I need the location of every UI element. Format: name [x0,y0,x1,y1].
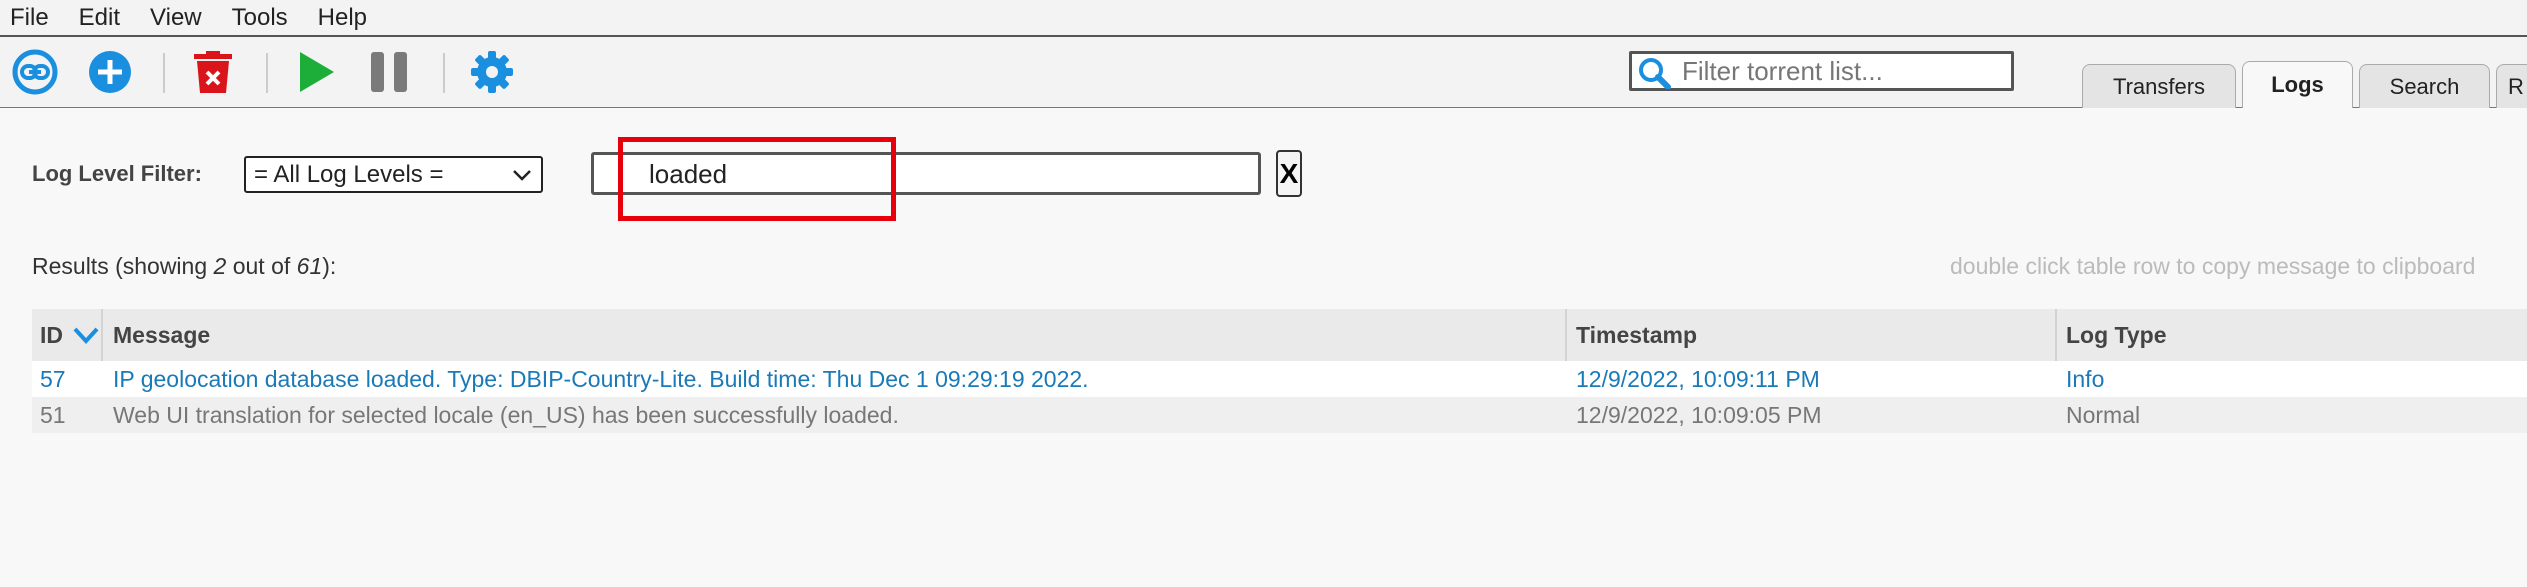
column-header-id-label: ID [40,322,63,348]
results-total: 61 [296,253,323,279]
menu-view[interactable]: View [140,0,222,36]
results-summary: Results (showing 2 out of 61): [32,253,336,280]
tab-partial[interactable]: R [2496,64,2527,108]
log-message-filter-input[interactable] [649,159,1249,189]
column-header-timestamp[interactable]: Timestamp [1568,309,2058,361]
options-button[interactable] [467,47,517,97]
cell-log-type: Info [2066,366,2105,392]
cell-message: Web UI translation for selected locale (… [113,402,899,428]
results-suffix: ): [322,253,337,279]
add-torrent-link-button[interactable] [10,47,60,97]
log-level-select[interactable]: = All Log Levels = [244,156,543,193]
chevron-down-icon [513,170,531,181]
resume-button[interactable] [291,47,341,97]
toolbar-separator [163,53,165,93]
tab-logs[interactable]: Logs [2242,61,2353,108]
gear-icon [471,51,513,93]
clear-filter-button[interactable]: X [1276,150,1302,197]
copy-hint: double click table row to copy message t… [1950,253,2476,279]
menu-file[interactable]: File [0,0,69,36]
results-shown: 2 [213,253,227,279]
delete-button[interactable] [188,47,238,97]
cell-id: 51 [40,402,66,428]
torrent-filter-input[interactable] [1682,56,2007,86]
pause-button[interactable] [364,47,414,97]
log-level-filter-label: Log Level Filter: [32,161,202,186]
menu-help[interactable]: Help [308,0,387,36]
log-table: ID Message Timestamp Log Type 57 IP geol… [32,309,2527,433]
cell-message: IP geolocation database loaded. Type: DB… [113,366,1089,392]
column-divider [101,309,103,361]
menu-bar: File Edit View Tools Help [0,0,2527,37]
add-torrent-file-button[interactable] [85,47,135,97]
link-icon [12,49,58,95]
column-header-message[interactable]: Message [105,309,1595,361]
toolbar-separator [443,53,445,93]
log-message-filter-box [591,152,1261,195]
table-row[interactable]: 51 Web UI translation for selected local… [32,397,2527,433]
play-icon [300,52,334,92]
torrent-filter-box [1629,51,2014,91]
delete-icon [194,51,232,93]
cell-timestamp: 12/9/2022, 10:09:05 PM [1576,402,1822,428]
search-icon [1639,58,1671,89]
tab-search[interactable]: Search [2359,64,2490,108]
add-icon [89,51,131,93]
table-row[interactable]: 57 IP geolocation database loaded. Type:… [32,361,2527,397]
table-header: ID Message Timestamp Log Type [32,309,2527,361]
menu-edit[interactable]: Edit [69,0,140,36]
tab-transfers[interactable]: Transfers [2082,64,2236,108]
cell-log-type: Normal [2066,402,2141,428]
results-mid: out of [226,253,297,279]
column-header-log-type[interactable]: Log Type [2058,309,2527,361]
column-divider [2055,309,2057,361]
log-level-selected: = All Log Levels = [254,161,444,188]
cell-id: 57 [40,366,66,392]
results-prefix: Results (showing [32,253,214,279]
sort-descending-icon [73,327,99,344]
toolbar: Transfers Logs Search R [0,37,2527,108]
column-divider [1565,309,1567,361]
pause-icon [371,52,407,92]
menu-tools[interactable]: Tools [222,0,308,36]
toolbar-separator [266,53,268,93]
cell-timestamp: 12/9/2022, 10:09:11 PM [1576,366,1820,392]
main-tabs: Transfers Logs Search R [2082,61,2527,108]
